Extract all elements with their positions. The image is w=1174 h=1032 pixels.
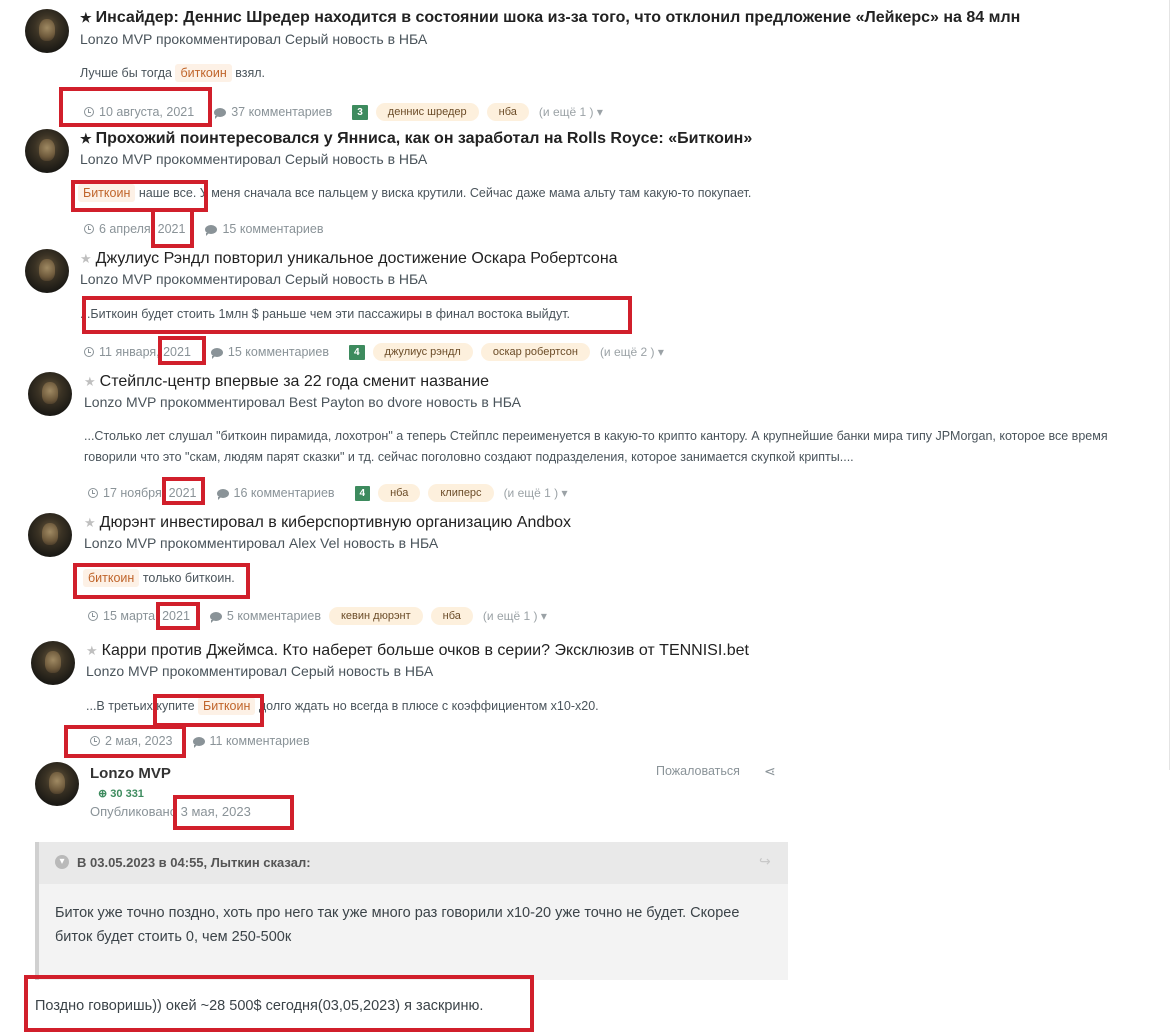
collapse-chevron-icon[interactable]: ▾ bbox=[55, 855, 69, 869]
plus-circle-icon: ⊕ bbox=[98, 788, 108, 800]
post-published: Опубликовано 3 мая, 2023 bbox=[90, 804, 251, 819]
clock-icon bbox=[88, 488, 98, 498]
star-icon[interactable]: ★ bbox=[84, 374, 96, 390]
feed-item-comments: 11 комментариев bbox=[209, 734, 310, 748]
feed-item-snippet: Биткоин наше все. У меня сначала все пал… bbox=[78, 184, 751, 202]
comment-icon bbox=[192, 736, 205, 748]
tag[interactable]: оскар робертсон bbox=[480, 343, 590, 361]
feed-item-title[interactable]: ★ Джулиус Рэндл повторил уникальное дости… bbox=[80, 250, 618, 268]
feed-item-byline: Lonzo MVP прокомментировал Серый новость… bbox=[80, 151, 428, 167]
feed-item-title[interactable]: ★ Инсайдер: Деннис Шредер находится в сос… bbox=[80, 9, 1020, 27]
feed-item-comments: 37 комментариев bbox=[231, 105, 333, 119]
feed-item-meta: 10 августа, 2021 37 комментариев 3 денни… bbox=[84, 103, 603, 121]
feed-item-title[interactable]: ★ Прохожий поинтересовался у Янниса, как … bbox=[80, 130, 752, 148]
feed-item-date[interactable]: 10 августа, 2021 bbox=[99, 105, 194, 119]
clock-icon bbox=[84, 347, 94, 357]
avatar[interactable] bbox=[25, 129, 69, 173]
quote-header: ▾ В 03.05.2023 в 04:55, Лыткин сказал: ↪ bbox=[39, 842, 788, 884]
feed-item-comments: 15 комментариев bbox=[222, 222, 324, 236]
search-highlight: биткоин bbox=[175, 64, 232, 82]
feed-item-byline: Lonzo MVP прокомментировал Best Payton в… bbox=[84, 394, 522, 410]
more-tags-toggle[interactable]: (и ещё 2 ) ▾ bbox=[600, 345, 664, 359]
feed-item-byline: Lonzo MVP прокомментировал Серый новость… bbox=[86, 663, 434, 679]
feed-item-snippet: Лучше бы тогда биткоин взял. bbox=[80, 64, 266, 82]
comment-icon bbox=[214, 107, 227, 119]
feed-item-title[interactable]: ★ Карри против Джеймса. Кто наберет больш… bbox=[86, 642, 749, 660]
feed-item-meta: 17 ноября, 2021 16 комментариев 4 нба кл… bbox=[88, 484, 568, 502]
feed-item-snippet: ...Биткоин будет стоить 1млн $ раньше че… bbox=[80, 307, 571, 321]
feed-item-byline: Lonzo MVP прокомментировал Серый новость… bbox=[80, 31, 428, 47]
feed-item-comments: 15 комментариев bbox=[227, 345, 329, 359]
right-divider bbox=[1169, 0, 1170, 770]
featured-star-icon: ★ bbox=[80, 131, 92, 146]
post-reply-text: Поздно говоришь)) окей ~28 500$ сегодня(… bbox=[35, 998, 484, 1014]
feed-item-meta: 2 мая, 2023 11 комментариев bbox=[90, 734, 310, 748]
search-highlight: Биткоин bbox=[198, 697, 256, 715]
reputation: ⊕ 30 331 bbox=[98, 788, 144, 800]
tag[interactable]: кевин дюрэнт bbox=[328, 607, 423, 625]
share-icon[interactable]: ⋖ bbox=[764, 763, 776, 780]
clock-icon bbox=[84, 224, 94, 234]
rating-badge: 4 bbox=[354, 485, 371, 501]
tag[interactable]: джулиус рэндл bbox=[372, 343, 473, 361]
feed-item-snippet: ...Столько лет слушал "биткоин пирамида,… bbox=[84, 429, 1108, 464]
avatar[interactable] bbox=[25, 9, 69, 53]
feed-item-meta: 11 января, 2021 15 комментариев 4 джулиу… bbox=[84, 343, 664, 361]
comment-icon bbox=[210, 347, 223, 359]
tag[interactable]: нба bbox=[486, 103, 529, 121]
go-to-quote-icon[interactable]: ↪ bbox=[759, 853, 771, 870]
quote-text: Биток уже точно поздно, хоть про него та… bbox=[55, 905, 740, 945]
featured-star-icon: ★ bbox=[80, 10, 92, 25]
star-icon[interactable]: ★ bbox=[80, 251, 92, 267]
feed-item-date[interactable]: 17 ноября, 2021 bbox=[103, 486, 197, 500]
avatar[interactable] bbox=[25, 249, 69, 293]
tag[interactable]: нба bbox=[430, 607, 473, 625]
comment-icon bbox=[205, 224, 218, 236]
tag[interactable]: нба bbox=[378, 484, 421, 502]
feed-item-comments: 5 комментариев bbox=[226, 609, 321, 623]
star-icon[interactable]: ★ bbox=[84, 515, 96, 531]
clock-icon bbox=[88, 611, 98, 621]
feed-item-comments: 16 комментариев bbox=[233, 486, 335, 500]
rating-badge: 4 bbox=[348, 344, 365, 360]
feed-item-date[interactable]: 2 мая, 2023 bbox=[105, 734, 173, 748]
feed-item-snippet: биткоин только биткоин. bbox=[83, 569, 235, 587]
avatar[interactable] bbox=[31, 641, 75, 685]
comment-icon bbox=[209, 611, 222, 623]
search-highlight: Биткоин bbox=[78, 184, 136, 202]
avatar[interactable] bbox=[28, 372, 72, 416]
rating-badge: 3 bbox=[352, 104, 368, 120]
star-icon[interactable]: ★ bbox=[86, 643, 98, 659]
avatar[interactable] bbox=[28, 513, 72, 557]
quote-block: ▾ В 03.05.2023 в 04:55, Лыткин сказал: ↪… bbox=[35, 842, 788, 980]
search-highlight: биткоин bbox=[83, 569, 140, 587]
tag[interactable]: клиперс bbox=[428, 484, 494, 502]
feed-item-byline: Lonzo MVP прокомментировал Серый новость… bbox=[80, 271, 428, 287]
feed-item-date[interactable]: 6 апреля, 2021 bbox=[99, 222, 185, 236]
feed-item-byline: Lonzo MVP прокомментировал Alex Vel ново… bbox=[84, 535, 439, 551]
feed-item-meta: 15 марта, 2021 5 комментариев кевин дюрэ… bbox=[88, 607, 547, 625]
feed-item-title[interactable]: ★ Дюрэнт инвестировал в киберспортивную о… bbox=[84, 514, 571, 532]
more-tags-toggle[interactable]: (и ещё 1 ) ▾ bbox=[504, 486, 568, 500]
more-tags-toggle[interactable]: (и ещё 1 ) ▾ bbox=[483, 609, 547, 623]
more-tags-toggle[interactable]: (и ещё 1 ) ▾ bbox=[539, 105, 603, 119]
quote-citation: В 03.05.2023 в 04:55, Лыткин сказал: bbox=[77, 855, 311, 870]
feed-item-meta: 6 апреля, 2021 15 комментариев bbox=[84, 222, 324, 236]
feed-item-snippet: ...В третьих купите Биткоин долго ждать … bbox=[86, 697, 599, 715]
tag[interactable]: деннис шредер bbox=[375, 103, 479, 121]
report-link[interactable]: Пожаловаться bbox=[656, 764, 740, 778]
feed-item-date[interactable]: 11 января, 2021 bbox=[99, 345, 191, 359]
clock-icon bbox=[84, 107, 94, 117]
clock-icon bbox=[90, 736, 100, 746]
post-author-avatar[interactable] bbox=[35, 762, 79, 806]
comment-icon bbox=[216, 488, 229, 500]
post-author-name[interactable]: Lonzo MVP bbox=[90, 765, 171, 782]
post-date[interactable]: 3 мая, 2023 bbox=[181, 804, 251, 819]
feed-item-title[interactable]: ★ Стейплс-центр впервые за 22 года сменит… bbox=[84, 373, 489, 391]
feed-item-date[interactable]: 15 марта, 2021 bbox=[103, 609, 190, 623]
